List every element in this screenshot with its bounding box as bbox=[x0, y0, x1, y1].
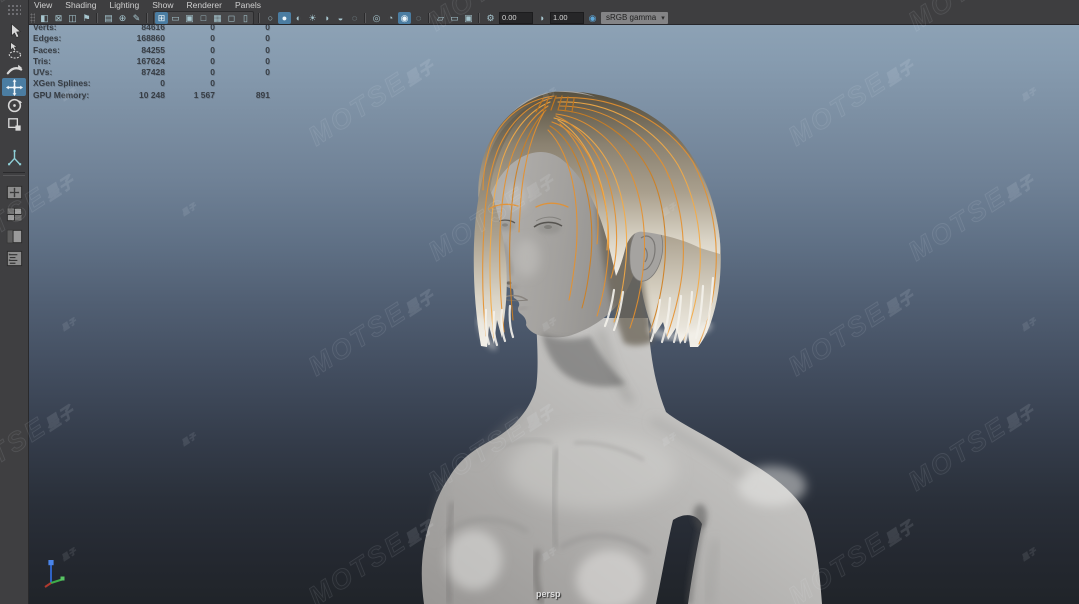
hud-row: Tris:16762400 bbox=[33, 56, 270, 67]
color-management-icon[interactable]: ◉ bbox=[586, 12, 599, 24]
sequence-capture-icon[interactable]: ▭ bbox=[448, 12, 461, 24]
select-tool[interactable] bbox=[2, 23, 26, 41]
grease-pencil-icon[interactable]: ✎ bbox=[130, 12, 143, 24]
exposure-field[interactable]: 0.00 bbox=[499, 12, 533, 24]
panel-top-strip: View Shading Lighting Show Renderer Panels ◧⊠… bbox=[28, 0, 1079, 25]
panel-toolbar: ◧⊠◫⚑▤⊕✎⊞▭▣□▦◻▯○●◐☀◑◒◌◎◔◉◌▱▭▣ ⚙ 0.00 ◑ 1.… bbox=[28, 11, 1079, 24]
lasso-select-tool[interactable] bbox=[2, 41, 26, 59]
axis-gizmo bbox=[35, 557, 65, 591]
hud-row: UVs:8742800 bbox=[33, 67, 270, 78]
image-plane-icon[interactable]: ▤ bbox=[102, 12, 115, 24]
image-group: ▤⊕✎ bbox=[102, 12, 143, 24]
gamma-field[interactable]: 1.00 bbox=[550, 12, 584, 24]
resolution-gate-icon[interactable]: ▣ bbox=[183, 12, 196, 24]
toolbar-separator bbox=[429, 13, 430, 23]
exposure-icon[interactable]: ⚙ bbox=[484, 12, 497, 24]
toolbox-divider bbox=[3, 172, 25, 176]
effects-group: ◎◔◉◌ bbox=[370, 12, 425, 24]
use-all-lights-icon[interactable]: ☀ bbox=[306, 12, 319, 24]
safe-action-icon[interactable]: ◻ bbox=[225, 12, 238, 24]
hud-row: Edges:16886000 bbox=[33, 33, 270, 44]
toolbar-separator bbox=[97, 13, 98, 23]
view-transform-dropdown[interactable]: sRGB gamma ▾ bbox=[601, 12, 668, 24]
menu-panels[interactable]: Panels bbox=[235, 0, 261, 11]
heads-up-display: Verts:8461600Edges:16886000Faces:8425500… bbox=[33, 24, 270, 101]
menu-lighting[interactable]: Lighting bbox=[109, 0, 139, 11]
two-pane-layout[interactable] bbox=[2, 226, 26, 247]
render-view-icon[interactable]: ▣ bbox=[462, 12, 475, 24]
xray-icon[interactable]: ◌ bbox=[412, 12, 425, 24]
menu-view[interactable]: View bbox=[34, 0, 52, 11]
snapshot-icon[interactable]: ▱ bbox=[434, 12, 447, 24]
menu-renderer[interactable]: Renderer bbox=[187, 0, 222, 11]
panel-menu-bar: View Shading Lighting Show Renderer Panels bbox=[28, 0, 1079, 11]
camera-label: persp bbox=[536, 589, 561, 599]
character-model[interactable] bbox=[28, 24, 1079, 604]
pan-zoom-icon[interactable]: ⊕ bbox=[116, 12, 129, 24]
scale-tool[interactable] bbox=[2, 115, 26, 133]
lock-camera-icon[interactable]: ⊠ bbox=[52, 12, 65, 24]
last-tool-axis[interactable] bbox=[2, 148, 26, 166]
gamma-icon[interactable]: ◑ bbox=[535, 12, 548, 24]
chevron-down-icon: ▾ bbox=[661, 14, 665, 22]
textured-icon[interactable]: ◐ bbox=[292, 12, 305, 24]
hud-row: Faces:8425500 bbox=[33, 45, 270, 56]
gate-group: ⊞▭▣□▦◻▯ bbox=[153, 11, 254, 25]
bookmarks-icon[interactable]: ⚑ bbox=[80, 12, 93, 24]
toolbar-separator bbox=[479, 13, 480, 23]
single-pane-layout[interactable] bbox=[2, 182, 26, 203]
toolbar-separator bbox=[365, 13, 366, 23]
camera-group: ◧⊠◫⚑ bbox=[38, 12, 93, 24]
depth-of-field-icon[interactable]: ◔ bbox=[384, 12, 397, 24]
multisample-aa-icon[interactable]: ◎ bbox=[370, 12, 383, 24]
four-pane-layout[interactable] bbox=[2, 204, 26, 225]
camera-attributes-icon[interactable]: ◫ bbox=[66, 12, 79, 24]
field-chart-icon[interactable]: ▦ bbox=[211, 12, 224, 24]
toolbox-grip[interactable] bbox=[7, 4, 21, 16]
wireframe-icon[interactable]: ○ bbox=[264, 12, 277, 24]
outliner-persp-layout[interactable] bbox=[2, 248, 26, 269]
capture-group: ▱▭▣ bbox=[434, 12, 475, 24]
toolbar-separator bbox=[147, 13, 148, 23]
toolbar-separator bbox=[259, 13, 260, 23]
paint-select-tool[interactable] bbox=[2, 60, 26, 78]
menu-shading[interactable]: Shading bbox=[65, 0, 96, 11]
ambient-occlusion-icon[interactable]: ◒ bbox=[334, 12, 347, 24]
axis-y-cap bbox=[48, 560, 53, 565]
grid-icon[interactable]: ⊞ bbox=[155, 12, 168, 24]
gate-mask-icon[interactable]: □ bbox=[197, 12, 210, 24]
rotate-tool[interactable] bbox=[2, 97, 26, 115]
select-camera-icon[interactable]: ◧ bbox=[38, 12, 51, 24]
shadows-icon[interactable]: ◑ bbox=[320, 12, 333, 24]
hud-row: Verts:8461600 bbox=[33, 24, 270, 33]
shaded-icon[interactable]: ● bbox=[278, 12, 291, 24]
film-gate-icon[interactable]: ▭ bbox=[169, 12, 182, 24]
perspective-viewport[interactable]: Verts:8461600Edges:16886000Faces:8425500… bbox=[28, 24, 1079, 604]
hud-row: XGen Splines:00 bbox=[33, 78, 270, 89]
view-transform-value: sRGB gamma bbox=[606, 13, 656, 22]
isolate-select-icon[interactable]: ◉ bbox=[398, 12, 411, 24]
motion-blur-icon[interactable]: ◌ bbox=[348, 12, 361, 24]
menu-show[interactable]: Show bbox=[152, 0, 173, 11]
shading-group: ○●◐☀◑◒◌ bbox=[264, 12, 361, 24]
move-tool[interactable] bbox=[2, 78, 26, 96]
tool-box bbox=[0, 0, 29, 604]
toolbar-grip[interactable] bbox=[30, 13, 35, 23]
axis-x-cap bbox=[61, 577, 65, 581]
safe-title-icon[interactable]: ▯ bbox=[239, 12, 252, 24]
hud-row: GPU Memory:10 2481 567891 bbox=[33, 90, 270, 101]
